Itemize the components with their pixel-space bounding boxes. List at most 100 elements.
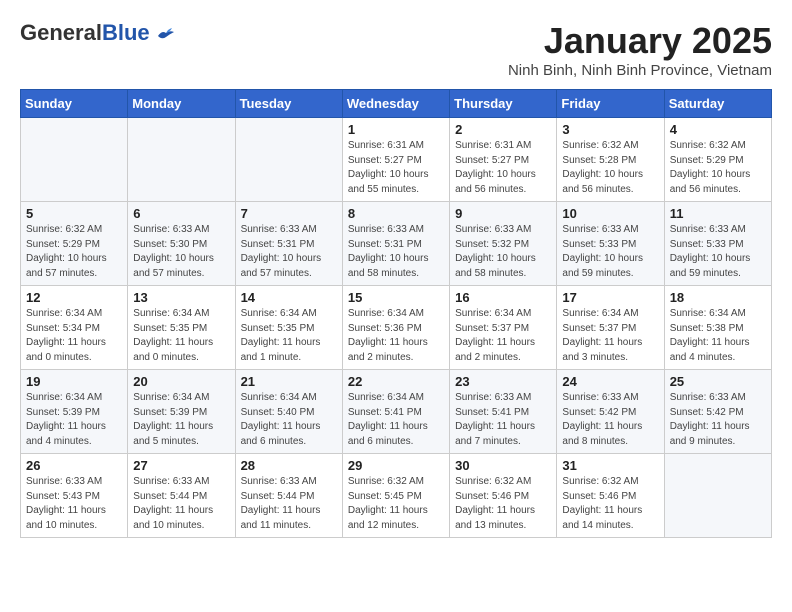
calendar-cell xyxy=(21,118,128,202)
calendar-cell: 10 Sunrise: 6:33 AM Sunset: 5:33 PM Dayli… xyxy=(557,202,664,286)
calendar-cell: 24 Sunrise: 6:33 AM Sunset: 5:42 PM Dayli… xyxy=(557,370,664,454)
calendar-cell: 9 Sunrise: 6:33 AM Sunset: 5:32 PM Daylig… xyxy=(450,202,557,286)
col-header-sunday: Sunday xyxy=(21,90,128,118)
day-info: Sunrise: 6:32 AM Sunset: 5:46 PM Dayligh… xyxy=(562,475,658,533)
day-number: 25 xyxy=(670,374,766,389)
calendar-cell: 1 Sunrise: 6:31 AM Sunset: 5:27 PM Daylig… xyxy=(342,118,449,202)
calendar-week-row: 12Sunrise: 6:34 AM Sunset: 5:34 PM Dayli… xyxy=(21,286,772,370)
calendar-cell: 16 Sunrise: 6:34 AM Sunset: 5:37 PM Dayli… xyxy=(450,286,557,370)
col-header-wednesday: Wednesday xyxy=(342,90,449,118)
day-info: Sunrise: 6:33 AM Sunset: 5:30 PM Dayligh… xyxy=(133,223,229,281)
calendar-cell: 19 Sunrise: 6:34 AM Sunset: 5:39 PM Dayli… xyxy=(21,370,128,454)
day-number: 26 xyxy=(26,458,122,473)
calendar-cell: 8 Sunrise: 6:33 AM Sunset: 5:31 PM Daylig… xyxy=(342,202,449,286)
day-info: Sunrise: 6:33 AM Sunset: 5:31 PM Dayligh… xyxy=(241,223,337,281)
calendar-header-row: SundayMondayTuesdayWednesdayThursdayFrid… xyxy=(21,90,772,118)
day-number: 13 xyxy=(133,290,229,305)
day-info: Sunrise: 6:34 AM Sunset: 5:37 PM Dayligh… xyxy=(562,307,658,365)
calendar-cell xyxy=(664,454,771,538)
day-info: Sunrise: 6:32 AM Sunset: 5:28 PM Dayligh… xyxy=(562,139,658,197)
day-info: Sunrise: 6:31 AM Sunset: 5:27 PM Dayligh… xyxy=(348,139,444,197)
page-header: GeneralBlue January 2025 Ninh Binh, Ninh… xyxy=(20,20,772,79)
calendar-week-row: 1 Sunrise: 6:31 AM Sunset: 5:27 PM Daylig… xyxy=(21,118,772,202)
logo-blue: Blue xyxy=(102,20,150,45)
day-number: 28 xyxy=(241,458,337,473)
calendar-cell: 12Sunrise: 6:34 AM Sunset: 5:34 PM Dayli… xyxy=(21,286,128,370)
day-number: 23 xyxy=(455,374,551,389)
calendar-cell: 3Sunrise: 6:32 AM Sunset: 5:28 PM Daylig… xyxy=(557,118,664,202)
day-number: 31 xyxy=(562,458,658,473)
location-text: Ninh Binh, Ninh Binh Province, Vietnam xyxy=(508,62,772,79)
calendar-cell: 15 Sunrise: 6:34 AM Sunset: 5:36 PM Dayli… xyxy=(342,286,449,370)
day-info: Sunrise: 6:33 AM Sunset: 5:43 PM Dayligh… xyxy=(26,475,122,533)
day-info: Sunrise: 6:34 AM Sunset: 5:38 PM Dayligh… xyxy=(670,307,766,365)
day-number: 30 xyxy=(455,458,551,473)
day-number: 11 xyxy=(670,206,766,221)
day-info: Sunrise: 6:33 AM Sunset: 5:41 PM Dayligh… xyxy=(455,391,551,449)
day-info: Sunrise: 6:33 AM Sunset: 5:42 PM Dayligh… xyxy=(562,391,658,449)
calendar-cell: 27Sunrise: 6:33 AM Sunset: 5:44 PM Dayli… xyxy=(128,454,235,538)
day-number: 15 xyxy=(348,290,444,305)
calendar-cell: 21 Sunrise: 6:34 AM Sunset: 5:40 PM Dayli… xyxy=(235,370,342,454)
col-header-thursday: Thursday xyxy=(450,90,557,118)
day-number: 20 xyxy=(133,374,229,389)
calendar-week-row: 5 Sunrise: 6:32 AM Sunset: 5:29 PM Daylig… xyxy=(21,202,772,286)
day-info: Sunrise: 6:34 AM Sunset: 5:34 PM Dayligh… xyxy=(26,307,122,365)
calendar-cell: 5 Sunrise: 6:32 AM Sunset: 5:29 PM Daylig… xyxy=(21,202,128,286)
logo-general: General xyxy=(20,20,102,45)
day-info: Sunrise: 6:33 AM Sunset: 5:33 PM Dayligh… xyxy=(562,223,658,281)
day-number: 5 xyxy=(26,206,122,221)
calendar-cell: 18 Sunrise: 6:34 AM Sunset: 5:38 PM Dayli… xyxy=(664,286,771,370)
calendar-cell: 11 Sunrise: 6:33 AM Sunset: 5:33 PM Dayli… xyxy=(664,202,771,286)
calendar-cell xyxy=(128,118,235,202)
col-header-monday: Monday xyxy=(128,90,235,118)
day-info: Sunrise: 6:33 AM Sunset: 5:33 PM Dayligh… xyxy=(670,223,766,281)
day-info: Sunrise: 6:34 AM Sunset: 5:41 PM Dayligh… xyxy=(348,391,444,449)
calendar-cell: 6 Sunrise: 6:33 AM Sunset: 5:30 PM Daylig… xyxy=(128,202,235,286)
day-info: Sunrise: 6:34 AM Sunset: 5:36 PM Dayligh… xyxy=(348,307,444,365)
calendar-cell: 14 Sunrise: 6:34 AM Sunset: 5:35 PM Dayli… xyxy=(235,286,342,370)
day-number: 22 xyxy=(348,374,444,389)
day-info: Sunrise: 6:34 AM Sunset: 5:35 PM Dayligh… xyxy=(133,307,229,365)
calendar-cell: 13 Sunrise: 6:34 AM Sunset: 5:35 PM Dayli… xyxy=(128,286,235,370)
calendar-cell: 20 Sunrise: 6:34 AM Sunset: 5:39 PM Dayli… xyxy=(128,370,235,454)
day-info: Sunrise: 6:34 AM Sunset: 5:40 PM Dayligh… xyxy=(241,391,337,449)
day-number: 16 xyxy=(455,290,551,305)
logo: GeneralBlue xyxy=(20,20,176,46)
day-number: 19 xyxy=(26,374,122,389)
day-info: Sunrise: 6:34 AM Sunset: 5:39 PM Dayligh… xyxy=(26,391,122,449)
calendar-cell: 26 Sunrise: 6:33 AM Sunset: 5:43 PM Dayli… xyxy=(21,454,128,538)
day-number: 10 xyxy=(562,206,658,221)
day-number: 9 xyxy=(455,206,551,221)
day-number: 24 xyxy=(562,374,658,389)
col-header-saturday: Saturday xyxy=(664,90,771,118)
day-info: Sunrise: 6:32 AM Sunset: 5:46 PM Dayligh… xyxy=(455,475,551,533)
day-info: Sunrise: 6:33 AM Sunset: 5:42 PM Dayligh… xyxy=(670,391,766,449)
calendar-week-row: 19 Sunrise: 6:34 AM Sunset: 5:39 PM Dayli… xyxy=(21,370,772,454)
calendar-cell: 7Sunrise: 6:33 AM Sunset: 5:31 PM Daylig… xyxy=(235,202,342,286)
calendar-week-row: 26 Sunrise: 6:33 AM Sunset: 5:43 PM Dayli… xyxy=(21,454,772,538)
day-info: Sunrise: 6:33 AM Sunset: 5:31 PM Dayligh… xyxy=(348,223,444,281)
day-number: 17 xyxy=(562,290,658,305)
day-info: Sunrise: 6:34 AM Sunset: 5:37 PM Dayligh… xyxy=(455,307,551,365)
day-number: 6 xyxy=(133,206,229,221)
day-number: 14 xyxy=(241,290,337,305)
day-info: Sunrise: 6:34 AM Sunset: 5:39 PM Dayligh… xyxy=(133,391,229,449)
day-info: Sunrise: 6:32 AM Sunset: 5:29 PM Dayligh… xyxy=(26,223,122,281)
day-number: 21 xyxy=(241,374,337,389)
logo-bird-icon xyxy=(156,28,176,44)
calendar-cell: 4Sunrise: 6:32 AM Sunset: 5:29 PM Daylig… xyxy=(664,118,771,202)
day-info: Sunrise: 6:33 AM Sunset: 5:32 PM Dayligh… xyxy=(455,223,551,281)
day-number: 8 xyxy=(348,206,444,221)
day-info: Sunrise: 6:32 AM Sunset: 5:45 PM Dayligh… xyxy=(348,475,444,533)
day-number: 1 xyxy=(348,122,444,137)
calendar-cell: 29Sunrise: 6:32 AM Sunset: 5:45 PM Dayli… xyxy=(342,454,449,538)
col-header-friday: Friday xyxy=(557,90,664,118)
day-info: Sunrise: 6:33 AM Sunset: 5:44 PM Dayligh… xyxy=(241,475,337,533)
day-number: 27 xyxy=(133,458,229,473)
calendar-cell: 2Sunrise: 6:31 AM Sunset: 5:27 PM Daylig… xyxy=(450,118,557,202)
calendar-cell: 23 Sunrise: 6:33 AM Sunset: 5:41 PM Dayli… xyxy=(450,370,557,454)
day-number: 18 xyxy=(670,290,766,305)
day-info: Sunrise: 6:32 AM Sunset: 5:29 PM Dayligh… xyxy=(670,139,766,197)
day-info: Sunrise: 6:34 AM Sunset: 5:35 PM Dayligh… xyxy=(241,307,337,365)
